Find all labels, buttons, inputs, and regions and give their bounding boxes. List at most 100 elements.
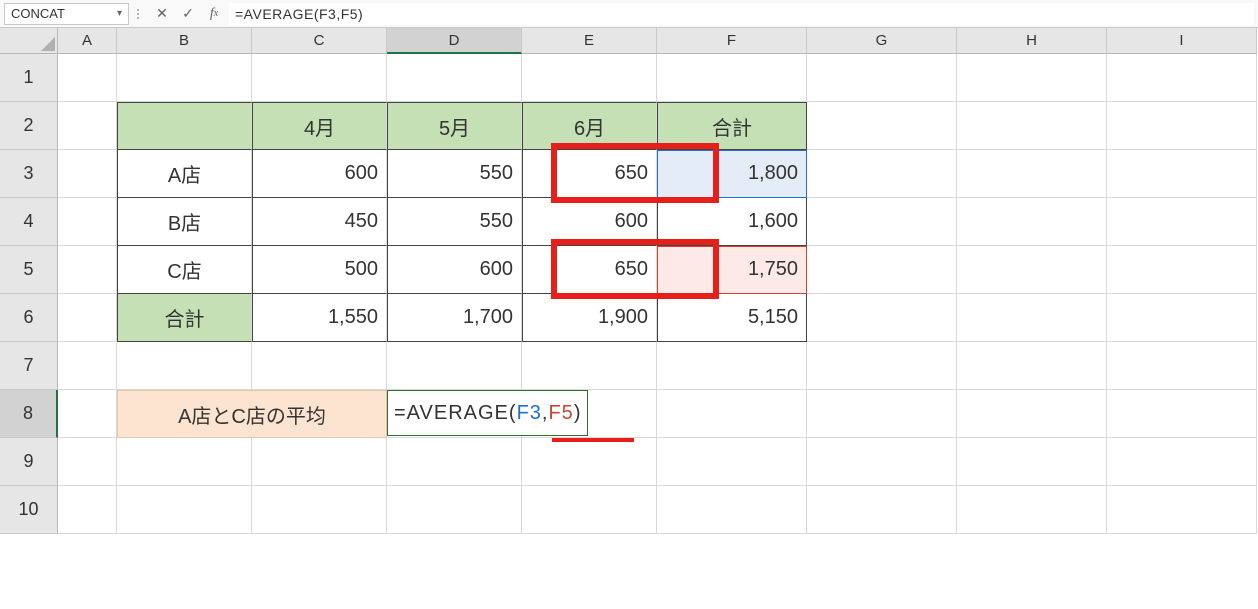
cell-C5[interactable]: 500 [252,246,387,294]
cell-E10[interactable] [522,486,657,534]
col-header-E[interactable]: E [522,28,657,54]
cell-H4[interactable] [957,198,1107,246]
cell-G7[interactable] [807,342,957,390]
cell-I2[interactable] [1107,102,1257,150]
cell-C8[interactable] [252,390,387,438]
cell-H2[interactable] [957,102,1107,150]
cell-A10[interactable] [58,486,117,534]
col-header-C[interactable]: C [252,28,387,54]
cell-H6[interactable] [957,294,1107,342]
cell-C6[interactable]: 1,550 [252,294,387,342]
cell-I8[interactable] [1107,390,1257,438]
cell-F1[interactable] [657,54,807,102]
col-header-I[interactable]: I [1107,28,1257,54]
cell-B1[interactable] [117,54,252,102]
cell-C7[interactable] [252,342,387,390]
cell-H10[interactable] [957,486,1107,534]
cell-F7[interactable] [657,342,807,390]
cell-G4[interactable] [807,198,957,246]
col-header-H[interactable]: H [957,28,1107,54]
cell-H3[interactable] [957,150,1107,198]
cell-B6[interactable]: 合計 [117,294,252,342]
cell-B2[interactable] [117,102,252,150]
cell-B9[interactable] [117,438,252,486]
row-header-1[interactable]: 1 [0,54,58,102]
cell-H1[interactable] [957,54,1107,102]
cell-C4[interactable]: 450 [252,198,387,246]
cell-G10[interactable] [807,486,957,534]
cell-D6[interactable]: 1,700 [387,294,522,342]
row-header-9[interactable]: 9 [0,438,58,486]
cell-D1[interactable] [387,54,522,102]
cell-B8[interactable] [117,390,252,438]
row-header-5[interactable]: 5 [0,246,58,294]
cell-C1[interactable] [252,54,387,102]
row-header-7[interactable]: 7 [0,342,58,390]
row-header-8[interactable]: 8 [0,390,58,438]
cell-B7[interactable] [117,342,252,390]
cell-F4[interactable]: 1,600 [657,198,807,246]
cell-F8[interactable] [657,390,807,438]
editing-cell-D8[interactable]: =AVERAGE(F3,F5) [387,390,588,436]
cell-G9[interactable] [807,438,957,486]
cell-E1[interactable] [522,54,657,102]
cell-A4[interactable] [58,198,117,246]
cell-C2[interactable]: 4月 [252,102,387,150]
cell-G1[interactable] [807,54,957,102]
cell-I9[interactable] [1107,438,1257,486]
cell-A6[interactable] [58,294,117,342]
cell-B4[interactable]: B店 [117,198,252,246]
cell-B3[interactable]: A店 [117,150,252,198]
cell-C3[interactable]: 600 [252,150,387,198]
confirm-formula-button[interactable]: ✓ [177,3,199,25]
formula-input[interactable]: =AVERAGE(F3,F5) [229,3,1254,25]
cell-H7[interactable] [957,342,1107,390]
row-header-6[interactable]: 6 [0,294,58,342]
cell-H8[interactable] [957,390,1107,438]
cell-D5[interactable]: 600 [387,246,522,294]
col-header-G[interactable]: G [807,28,957,54]
cell-D2[interactable]: 5月 [387,102,522,150]
cell-E9[interactable] [522,438,657,486]
cell-G2[interactable] [807,102,957,150]
cell-I7[interactable] [1107,342,1257,390]
cell-A7[interactable] [58,342,117,390]
name-box[interactable]: CONCAT ▾ [4,3,129,25]
cell-G5[interactable] [807,246,957,294]
cell-D4[interactable]: 550 [387,198,522,246]
cancel-formula-button[interactable]: ✕ [151,3,173,25]
cell-I3[interactable] [1107,150,1257,198]
row-header-4[interactable]: 4 [0,198,58,246]
cell-E3[interactable]: 650 [522,150,657,198]
cell-D9[interactable] [387,438,522,486]
cell-E2[interactable]: 6月 [522,102,657,150]
cell-E5[interactable]: 650 [522,246,657,294]
cell-G3[interactable] [807,150,957,198]
col-header-D[interactable]: D [387,28,522,54]
cell-I6[interactable] [1107,294,1257,342]
cell-E4[interactable]: 600 [522,198,657,246]
cell-A8[interactable] [58,390,117,438]
col-header-F[interactable]: F [657,28,807,54]
cell-B10[interactable] [117,486,252,534]
col-header-A[interactable]: A [58,28,117,54]
cell-C10[interactable] [252,486,387,534]
row-header-2[interactable]: 2 [0,102,58,150]
cell-B5[interactable]: C店 [117,246,252,294]
cell-F9[interactable] [657,438,807,486]
cell-G6[interactable] [807,294,957,342]
cell-E6[interactable]: 1,900 [522,294,657,342]
cell-D10[interactable] [387,486,522,534]
cell-F6[interactable]: 5,150 [657,294,807,342]
cell-F3[interactable]: 1,800 [657,150,807,198]
row-header-3[interactable]: 3 [0,150,58,198]
select-all-corner[interactable] [0,28,58,54]
cell-A1[interactable] [58,54,117,102]
cell-A5[interactable] [58,246,117,294]
cell-F2[interactable]: 合計 [657,102,807,150]
cell-I10[interactable] [1107,486,1257,534]
col-header-B[interactable]: B [117,28,252,54]
cell-D3[interactable]: 550 [387,150,522,198]
cell-I5[interactable] [1107,246,1257,294]
cell-E7[interactable] [522,342,657,390]
